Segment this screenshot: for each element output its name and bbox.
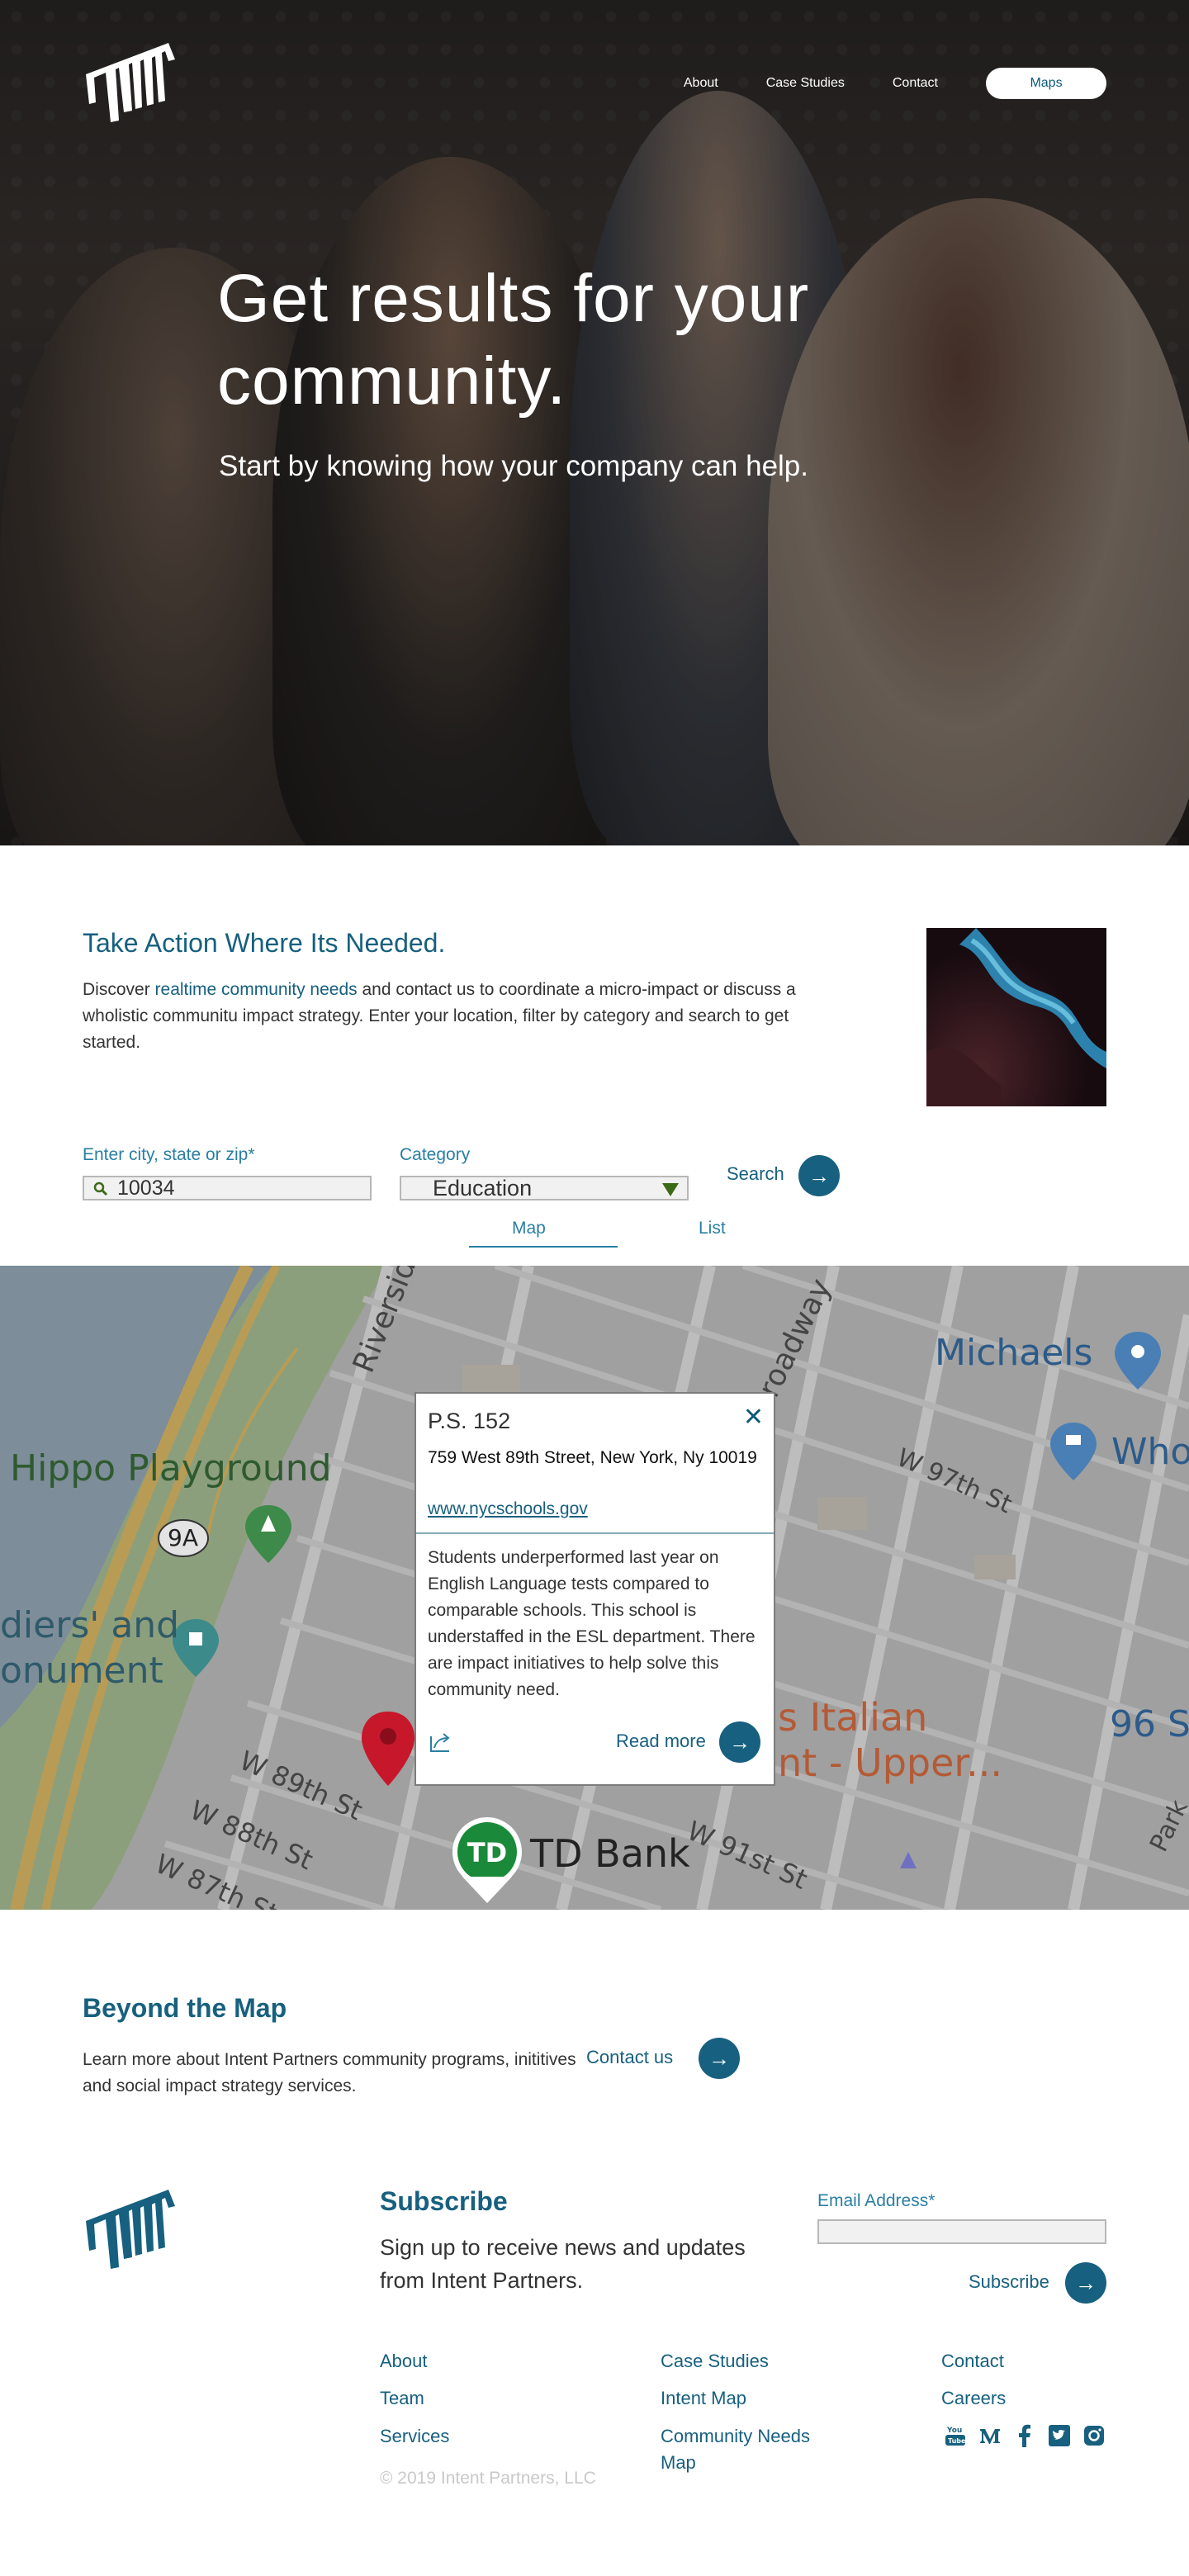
share-icon[interactable] bbox=[428, 1730, 452, 1754]
map-label-soldiers-monument: diers' and bbox=[0, 1604, 180, 1646]
popup-title: P.S. 152 bbox=[428, 1409, 511, 1433]
map-label-route-9a: 9A bbox=[168, 1524, 198, 1551]
arrow-right-icon: → bbox=[808, 1163, 830, 1188]
svg-text:You: You bbox=[946, 2427, 962, 2435]
search-icon bbox=[93, 1181, 108, 1196]
hero-overlay bbox=[0, 0, 1189, 845]
location-input[interactable]: 10034 bbox=[83, 1176, 372, 1200]
take-action-text: Discover realtime community needs and co… bbox=[83, 977, 834, 1056]
subscribe-button[interactable]: → bbox=[1065, 2262, 1106, 2304]
hero-title: Get results for your community. bbox=[217, 261, 810, 419]
beyond-map-text: Learn more about Intent Partners communi… bbox=[83, 2050, 576, 2095]
popup-divider bbox=[416, 1532, 774, 1534]
footer-link-team[interactable]: Team bbox=[380, 2385, 424, 2412]
footer-link-community-needs-map[interactable]: Community Needs Map bbox=[661, 2423, 834, 2476]
footer-link-careers[interactable]: Careers bbox=[941, 2385, 1006, 2412]
hero-subtitle: Start by knowing how your company can he… bbox=[219, 450, 808, 482]
map-label-who: Who bbox=[1111, 1431, 1189, 1473]
canyon-image bbox=[926, 928, 1106, 1106]
footer-link-about[interactable]: About bbox=[380, 2348, 428, 2375]
map-label-hippo-playground: Hippo Playground bbox=[10, 1447, 332, 1489]
map-label-soldiers-monument: onument bbox=[0, 1650, 163, 1692]
read-more-link[interactable]: Read more bbox=[616, 1731, 706, 1752]
instagram-icon[interactable] bbox=[1082, 2424, 1106, 2447]
footer-link-contact[interactable]: Contact bbox=[941, 2348, 1004, 2375]
nav-about-link[interactable]: About bbox=[684, 76, 718, 91]
footer-link-case-studies[interactable]: Case Studies bbox=[661, 2348, 769, 2375]
subscribe-text: Sign up to receive news and updates from… bbox=[380, 2235, 746, 2293]
subscribe-title: Subscribe bbox=[380, 2186, 508, 2216]
main-nav: About Case Studies Contact Maps bbox=[636, 68, 1106, 99]
intent-logo[interactable] bbox=[83, 41, 178, 124]
location-label: Enter city, state or zip* bbox=[83, 1145, 255, 1164]
read-more-button[interactable]: → bbox=[719, 1721, 760, 1763]
tab-map[interactable]: Map bbox=[512, 1219, 546, 1238]
medium-icon[interactable] bbox=[978, 2424, 1002, 2447]
category-select-value: Education bbox=[433, 1175, 533, 1200]
search-label[interactable]: Search bbox=[727, 1163, 784, 1185]
arrow-right-icon: → bbox=[729, 1730, 751, 1754]
take-action-title: Take Action Where Its Needed. bbox=[83, 928, 446, 958]
copyright-text: © 2019 Intent Partners, LLC bbox=[380, 2469, 596, 2488]
location-input-value: 10034 bbox=[117, 1176, 175, 1200]
realtime-needs-link[interactable]: realtime community needs bbox=[155, 980, 358, 999]
footer-link-services[interactable]: Services bbox=[380, 2423, 449, 2450]
take-action-text-start: Discover bbox=[83, 980, 155, 999]
svg-text:TD: TD bbox=[467, 1837, 507, 1868]
intent-logo[interactable] bbox=[83, 2188, 178, 2271]
nav-case-studies-link[interactable]: Case Studies bbox=[766, 76, 845, 91]
nav-contact-link[interactable]: Contact bbox=[893, 76, 938, 91]
search-button[interactable]: → bbox=[798, 1155, 840, 1196]
popup-address: 759 West 89th Street, New York, Ny 10019 bbox=[428, 1448, 757, 1467]
map-label-italian-restaurant: s Italian bbox=[778, 1695, 928, 1740]
youtube-icon[interactable]: You Tube bbox=[944, 2424, 967, 2447]
email-label: Email Address* bbox=[817, 2191, 936, 2210]
category-label: Category bbox=[400, 1145, 471, 1164]
close-icon[interactable]: ✕ bbox=[743, 1405, 764, 1430]
location-popup: P.S. 152 ✕ 759 West 89th Street, New Yor… bbox=[414, 1392, 775, 1786]
popup-website-link[interactable]: www.nycschools.gov bbox=[428, 1499, 588, 1519]
nav-maps-button[interactable]: Maps bbox=[986, 68, 1106, 99]
footer-link-intent-map[interactable]: Intent Map bbox=[661, 2385, 746, 2412]
svg-text:Tube: Tube bbox=[948, 2437, 966, 2445]
dropdown-arrow-icon bbox=[662, 1183, 679, 1196]
facebook-icon[interactable] bbox=[1013, 2424, 1036, 2447]
active-tab-indicator bbox=[469, 1246, 618, 1248]
contact-us-link[interactable]: Contact us bbox=[586, 2047, 673, 2068]
popup-description: Students underperformed last year on Eng… bbox=[428, 1548, 756, 1699]
arrow-right-icon: → bbox=[708, 2046, 730, 2071]
category-select[interactable]: Education bbox=[400, 1176, 689, 1200]
social-links: You Tube bbox=[944, 2424, 1106, 2447]
hero-section: About Case Studies Contact Maps Get resu… bbox=[0, 0, 1189, 845]
map-label-td-bank: TD Bank bbox=[530, 1831, 690, 1876]
map-label-96-st: 96 S bbox=[1110, 1703, 1189, 1745]
arrow-right-icon: → bbox=[1075, 2271, 1097, 2295]
twitter-icon[interactable] bbox=[1048, 2424, 1071, 2447]
beyond-map-title: Beyond the Map bbox=[83, 1993, 287, 2023]
map-label-italian-restaurant: nt - Upper... bbox=[778, 1740, 1002, 1785]
subscribe-label[interactable]: Subscribe bbox=[969, 2271, 1049, 2293]
tab-list[interactable]: List bbox=[699, 1219, 726, 1238]
contact-us-button[interactable]: → bbox=[699, 2038, 740, 2079]
map-label-michaels: Michaels bbox=[935, 1332, 1093, 1374]
email-input[interactable] bbox=[817, 2219, 1106, 2244]
